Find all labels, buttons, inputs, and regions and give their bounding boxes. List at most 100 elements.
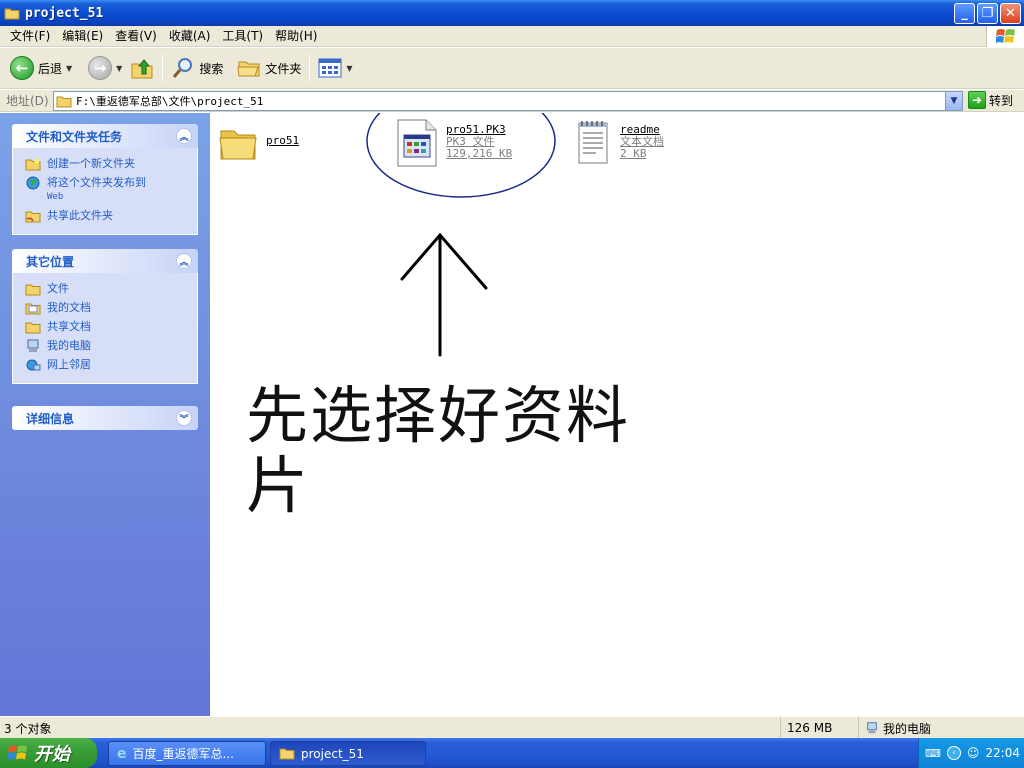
ie-icon: e [117,745,127,762]
forward-button[interactable]: → ▼ [84,51,126,85]
status-object-count: 3 个对象 [4,722,52,736]
menu-bar: 文件(F) 编辑(E) 查看(V) 收藏(A) 工具(T) 帮助(H) [0,26,1024,47]
forward-arrow-icon: → [88,56,113,80]
text-document-icon [578,121,608,164]
taskbar-item-browser[interactable]: e 百度_重返德军总... [108,741,266,766]
task-share-folder[interactable]: 共享此文件夹 [25,209,193,223]
place-shared-documents[interactable]: 共享文档 [25,320,193,334]
taskbar-item-explorer[interactable]: project_51 [270,741,426,766]
go-button[interactable]: ➜ 转到 [968,91,1013,109]
file-tasks-body: 创建一个新文件夹 将这个文件夹发布到 Web 共享此文件夹 [12,148,198,235]
task-pane: 文件和文件夹任务 ︽ 创建一个新文件夹 将这个文件夹发布到 Web 共享此文件夹… [0,113,210,716]
up-folder-button[interactable] [126,51,158,85]
task-publish-web-sub: Web [47,192,64,202]
collapse-icon[interactable]: ︽ [176,128,192,144]
windows-logo-icon [986,26,1024,47]
folder-icon [56,96,72,107]
folders-button[interactable]: 文件夹 [233,51,305,85]
status-size: 126 MB [787,721,833,735]
chevron-left-icon[interactable]: ‹ [946,746,961,760]
file-item-pro51-pk3[interactable]: pro51.PK3 PK3 文件 129,216 KB [396,119,512,167]
views-icon [318,58,342,78]
file-size: 2 KB [620,147,647,160]
pk3-file-icon [397,119,437,167]
menu-edit[interactable]: 编辑(E) [56,27,109,46]
menu-view[interactable]: 查看(V) [109,27,163,46]
taskbar: 开始 e 百度_重返德军总... project_51 ⌨ ‹ ☺ 22:04 [0,738,1024,768]
collapse-icon[interactable]: ︽ [176,253,192,269]
chevron-down-icon[interactable]: ▼ [945,92,962,110]
title-bar[interactable]: project_51 _ ❐ ✕ [0,0,1024,26]
close-button[interactable]: ✕ [1000,3,1021,24]
task-share-folder-label: 共享此文件夹 [47,209,113,222]
file-tasks-header[interactable]: 文件和文件夹任务 ︽ [12,124,198,148]
search-button[interactable]: 搜索 [167,51,227,85]
folder-icon [279,748,295,760]
place-files-label: 文件 [47,282,69,295]
task-publish-web-text: 将这个文件夹发布到 Web [47,176,146,204]
menu-file[interactable]: 文件(F) [4,27,56,46]
computer-icon [27,339,39,352]
place-my-documents-label: 我的文档 [47,301,91,314]
folder-icon [219,130,257,160]
clock[interactable]: 22:04 [985,746,1020,760]
expand-icon[interactable]: ︾ [176,410,192,426]
menu-help[interactable]: 帮助(H) [269,27,323,46]
chevron-down-icon[interactable]: ▼ [66,64,72,73]
user-icon[interactable]: ☺ [967,746,980,760]
place-my-computer[interactable]: 我的电脑 [25,339,193,353]
toolbar-separator [309,54,311,82]
annotation-text: 先选择好资料片 [246,379,631,522]
address-input[interactable]: F:\重返德军总部\文件\project_51 ▼ [53,91,963,111]
menu-favorites[interactable]: 收藏(A) [163,27,217,46]
maximize-button[interactable]: ❐ [977,3,998,24]
new-folder-icon [25,158,41,171]
details-header[interactable]: 详细信息 ︾ [12,406,198,430]
place-network-label: 网上邻居 [47,358,91,371]
status-location-segment: 我的电脑 [858,717,1024,739]
chevron-down-icon[interactable]: ▼ [116,64,122,73]
place-shared-documents-label: 共享文档 [47,320,91,333]
menu-tools[interactable]: 工具(T) [216,27,269,46]
file-tasks-title: 文件和文件夹任务 [26,129,123,144]
file-size: 129,216 KB [446,147,513,160]
taskbar-item-label: project_51 [301,746,364,761]
windows-logo-icon [8,745,27,760]
place-my-documents[interactable]: 我的文档 [25,301,193,315]
back-button[interactable]: ← 后退 ▼ [6,51,76,85]
go-arrow-icon: ➜ [968,91,986,109]
minimize-button[interactable]: _ [954,3,975,24]
views-button[interactable]: ▼ [314,51,356,85]
other-places-header[interactable]: 其它位置 ︽ [12,249,198,273]
share-folder-icon [25,211,41,223]
file-item-pro51-folder[interactable]: pro51 [218,123,299,163]
file-name: pro51 [266,134,300,147]
keyboard-icon[interactable]: ⌨ [925,747,941,760]
file-item-readme[interactable]: readme 文本文档 2 KB [576,119,664,165]
restore-icon: ❐ [981,6,994,21]
other-places-body: 文件 我的文档 共享文档 我的电脑 网上邻居 [12,273,198,384]
shared-folder-icon [25,322,41,334]
file-list: pro51 pro51.PK3 PK3 文件 129,216 KB readme… [210,113,1024,716]
back-arrow-icon: ← [10,56,34,80]
place-my-computer-label: 我的电脑 [47,339,91,352]
taskbar-item-label: 百度_重返德军总... [132,747,234,761]
address-path: F:\重返德军总部\文件\project_51 [76,95,264,108]
back-label: 后退 [38,61,63,76]
task-publish-web[interactable]: 将这个文件夹发布到 Web [25,176,193,204]
place-network[interactable]: 网上邻居 [25,358,193,372]
close-icon: ✕ [1005,6,1016,21]
place-files[interactable]: 文件 [25,282,193,296]
chevron-down-icon[interactable]: ▼ [346,64,352,73]
start-label: 开始 [34,744,70,765]
status-location: 我的电脑 [883,721,932,736]
window-title: project_51 [25,5,104,21]
up-arrow-icon [400,232,488,357]
folders-label: 文件夹 [265,61,302,76]
start-button[interactable]: 开始 [0,738,97,768]
details-title: 详细信息 [26,411,75,426]
task-new-folder[interactable]: 创建一个新文件夹 [25,157,193,171]
folder-icon [4,8,20,20]
minimize-icon: _ [961,6,968,21]
details-panel: 详细信息 ︾ [12,406,198,430]
